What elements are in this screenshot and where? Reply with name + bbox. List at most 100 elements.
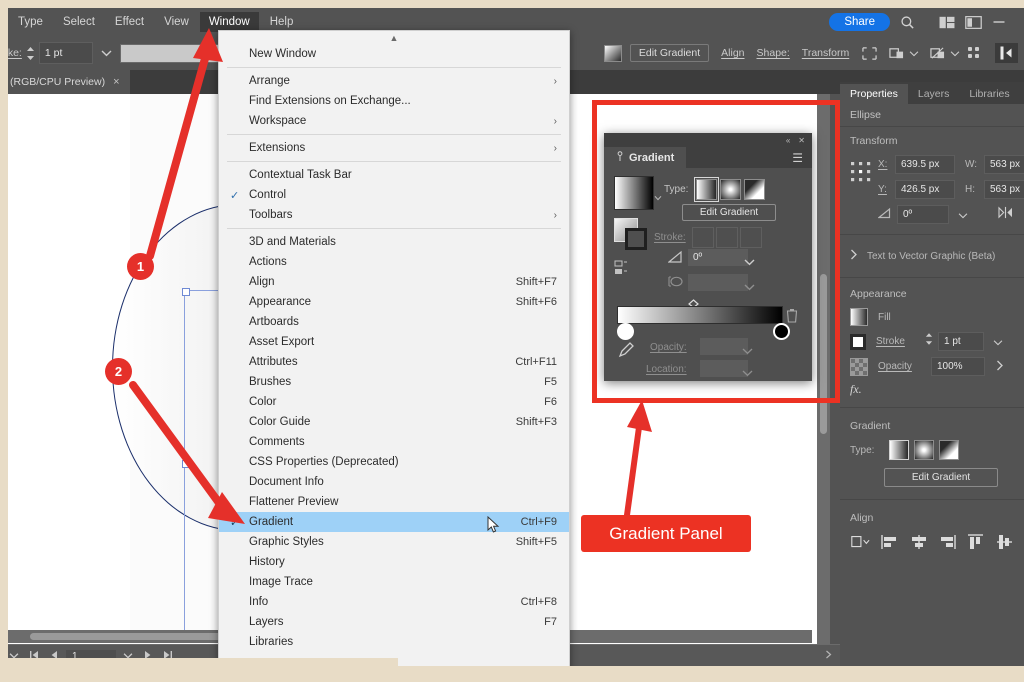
chevron-down-icon[interactable] [950,50,960,57]
angle-field[interactable]: 0º [897,205,949,224]
text-to-vector-section[interactable]: Text to Vector Graphic (Beta) [840,235,1024,278]
fill-swatch[interactable] [850,308,868,326]
window-menu-dropdown[interactable]: ▲ New Window Arrange › Find Extensions on E… [218,30,570,672]
search-icon[interactable] [900,15,915,30]
menu-item-help[interactable]: Help [261,12,303,32]
align-right-icon[interactable] [938,534,957,555]
menu-item-attributes[interactable]: Attributes Ctrl+F11 [219,352,569,372]
opacity-label[interactable]: Opacity [878,361,926,372]
gradient-heading: Gradient [850,420,891,432]
edit-gradient-button[interactable]: Edit Gradient [884,468,998,487]
fx-button[interactable]: fx. [850,382,1014,397]
tab-layers[interactable]: Layers [908,84,960,104]
w-label: W: [965,159,978,170]
chevron-right-icon[interactable] [990,358,1004,376]
align-label[interactable]: Align [721,47,744,59]
menu-item-artboards[interactable]: Artboards [219,312,569,332]
screen-mode-icon[interactable] [965,15,982,29]
menu-item-color-guide[interactable]: Color Guide Shift+F3 [219,412,569,432]
stroke-weight-field[interactable]: 1 pt [38,42,93,64]
freeform-gradient-type-button[interactable] [939,440,959,460]
menu-item-brushes[interactable]: Brushes F5 [219,372,569,392]
chevron-down-icon[interactable] [954,206,972,224]
tab-libraries[interactable]: Libraries [959,84,1019,104]
selection-handle[interactable] [182,288,190,296]
menu-item-extensions[interactable]: Extensions › [219,138,569,158]
menu-item-history[interactable]: History [219,552,569,572]
panel-toggle-icon[interactable] [995,43,1018,63]
x-field[interactable]: 639.5 px [895,155,955,174]
tab-properties[interactable]: Properties [840,84,908,104]
reference-point-icon[interactable] [850,161,872,188]
menu-item-appearance[interactable]: Appearance Shift+F6 [219,292,569,312]
stroke-profile-swatch[interactable] [119,43,232,63]
menu-item-document-info[interactable]: Document Info [219,472,569,492]
align-to-icon[interactable] [850,534,870,555]
menu-item-contextual-task-bar[interactable]: Contextual Task Bar [219,165,569,185]
chevron-down-icon[interactable] [101,49,112,57]
document-tab[interactable]: (RGB/CPU Preview) × [0,70,130,94]
chevron-right-icon[interactable] [850,247,858,265]
close-icon[interactable]: × [113,76,119,88]
menu-item-graphic-styles[interactable]: Graphic Styles Shift+F5 [219,532,569,552]
align-left-icon[interactable] [881,534,899,555]
menu-item-color[interactable]: Color F6 [219,392,569,412]
menu-item-3d-and-materials[interactable]: 3D and Materials [219,232,569,252]
flip-horizontal-icon[interactable] [998,206,1013,224]
menu-item-info[interactable]: Info Ctrl+F8 [219,592,569,612]
chevron-down-icon[interactable] [909,50,919,57]
chevron-down-icon[interactable] [989,333,1003,351]
menu-item-toolbars[interactable]: Toolbars › [219,205,569,225]
menu-item-control[interactable]: ✓ Control [219,185,569,205]
menu-item-libraries[interactable]: Libraries [219,632,569,652]
h-field[interactable]: 563 px [984,180,1024,199]
mask-icon[interactable] [929,46,946,61]
menu-item-new-window[interactable]: New Window [219,44,569,64]
shape-label[interactable]: Shape: [757,47,790,59]
menu-item-actions[interactable]: Actions [219,252,569,272]
stroke-stepper-icon[interactable] [925,332,933,351]
opacity-field[interactable]: 100% [931,357,985,376]
stroke-label[interactable]: Stroke [876,336,920,347]
align-center-horizontal-icon[interactable] [910,534,928,555]
menu-item-align[interactable]: Align Shift+F7 [219,272,569,292]
gradient-swatch-icon[interactable] [603,44,622,62]
stroke-weight-field[interactable]: 1 pt [938,332,984,351]
minimize-icon[interactable] [992,16,1006,28]
arrange-documents-icon[interactable] [939,16,955,29]
menu-item-css-properties-deprecated[interactable]: CSS Properties (Deprecated) [219,452,569,472]
arrange-grid-icon[interactable] [967,46,981,60]
opacity-swatch[interactable] [850,357,868,376]
y-field[interactable]: 426.5 px [895,180,955,199]
menu-item-flattener-preview[interactable]: Flattener Preview [219,492,569,512]
menu-item-gradient[interactable]: ✓ Gradient Ctrl+F9 [219,512,569,532]
align-center-vertical-icon[interactable] [996,534,1014,555]
menu-scroll-up-icon[interactable]: ▲ [219,31,569,44]
w-field[interactable]: 563 px [984,155,1024,174]
menu-item-workspace[interactable]: Workspace › [219,111,569,131]
menu-item-image-trace[interactable]: Image Trace [219,572,569,592]
menu-item-asset-export[interactable]: Asset Export [219,332,569,352]
stroke-stepper-icon[interactable] [26,46,35,61]
menu-item-comments[interactable]: Comments [219,432,569,452]
menu-item-window[interactable]: Window [199,12,259,32]
align-top-icon[interactable] [967,534,985,555]
radial-gradient-type-button[interactable] [914,440,934,460]
stroke-swatch[interactable] [850,333,866,350]
edit-gradient-button[interactable]: Edit Gradient [629,44,710,62]
menu-item-effect[interactable]: Effect [106,12,153,32]
menu-item-select[interactable]: Select [54,12,104,32]
share-button[interactable]: Share [829,13,890,31]
selection-handle[interactable] [182,460,190,468]
menu-item-type[interactable]: Type [9,12,52,32]
transform-label[interactable]: Transform [802,47,849,59]
isolate-selection-icon[interactable] [861,46,878,61]
menu-item-find-extensions-on-exchange[interactable]: Find Extensions on Exchange... [219,91,569,111]
menu-item-view[interactable]: View [155,12,198,32]
linear-gradient-type-button[interactable] [889,440,909,460]
group-isolate-icon[interactable] [888,46,905,61]
menu-item-arrange[interactable]: Arrange › [219,71,569,91]
menu-item-layers[interactable]: Layers F7 [219,612,569,632]
properties-panel: Properties Layers Libraries Ellipse Tran… [840,82,1024,666]
status-expand-icon[interactable] [821,650,836,662]
